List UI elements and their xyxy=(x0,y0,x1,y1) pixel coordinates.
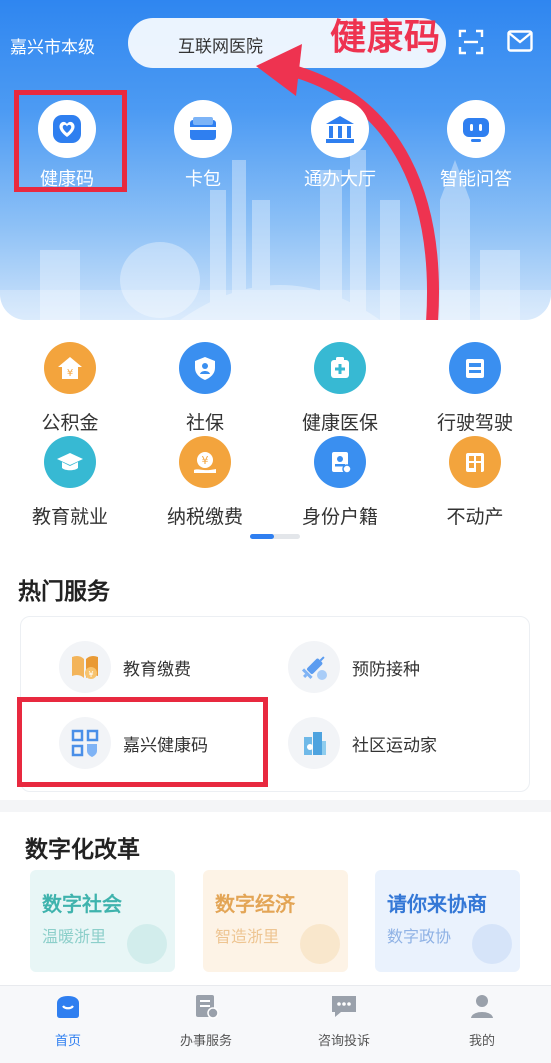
reform-card-subtitle: 数字政协 xyxy=(387,927,452,946)
reform-card-title: 请你来协商 xyxy=(387,892,487,916)
service-label: 行驶驾驶 xyxy=(436,412,513,434)
annotation-title: 健康码 xyxy=(330,17,442,58)
hot-services-title: 热门服务 xyxy=(18,579,110,605)
community-sports-icon xyxy=(288,717,340,769)
reform-card-title: 数字社会 xyxy=(42,892,122,916)
service-education-employment[interactable]: 教育就业 xyxy=(10,436,130,529)
service-housing-fund[interactable]: ¥ 公积金 xyxy=(10,342,130,435)
robot-chat-icon xyxy=(447,100,505,158)
service-tax-payment[interactable]: ¥ 纳税缴费 xyxy=(145,436,265,529)
hot-item-community-sports[interactable]: 社区运动家 xyxy=(288,717,437,769)
service-label: 社保 xyxy=(185,412,224,434)
reform-card-subtitle: 智造浙里 xyxy=(215,927,280,946)
reform-card-title: 数字经济 xyxy=(215,892,295,916)
hot-item-education-payment[interactable]: ¥ 教育缴费 xyxy=(59,641,191,693)
bottom-tab-bar: 首页 办事服务 咨询投诉 我的 xyxy=(0,985,551,1063)
hot-item-label: 预防接种 xyxy=(352,659,420,680)
driving-license-icon xyxy=(449,342,501,394)
quick-action-card-wallet[interactable]: 卡包 xyxy=(158,100,248,191)
quick-action-smart-qa[interactable]: 智能问答 xyxy=(431,100,521,191)
service-label: 纳税缴费 xyxy=(166,506,243,528)
service-social-security[interactable]: 社保 xyxy=(145,342,265,435)
service-label: 身份户籍 xyxy=(301,506,378,528)
education-payment-icon: ¥ xyxy=(59,641,111,693)
housing-fund-icon: ¥ xyxy=(44,342,96,394)
people-group-icon xyxy=(472,924,512,964)
reform-card-subtitle: 温暖浙里 xyxy=(42,927,107,946)
graduation-cap-icon xyxy=(44,436,96,488)
service-identity[interactable]: 身份户籍 xyxy=(280,436,400,529)
quick-action-label: 卡包 xyxy=(185,169,221,190)
service-doc-icon xyxy=(191,992,221,1020)
quick-action-government-hall[interactable]: 通办大厅 xyxy=(295,100,385,191)
reform-card-digital-society[interactable]: 数字社会 温暖浙里 xyxy=(30,870,175,972)
tab-home[interactable]: 首页 xyxy=(13,992,123,1049)
service-real-estate[interactable]: 不动产 xyxy=(415,436,535,529)
page-indicator xyxy=(250,534,300,539)
tab-label: 我的 xyxy=(468,1034,495,1049)
user-icon xyxy=(467,992,497,1020)
tab-mine[interactable]: 我的 xyxy=(427,992,537,1049)
digital-reform-title: 数字化改革 xyxy=(25,837,140,863)
card-wallet-icon xyxy=(174,100,232,158)
svg-text:¥: ¥ xyxy=(202,454,209,467)
pie-chart-icon xyxy=(300,924,340,964)
government-hall-icon xyxy=(311,100,369,158)
tax-payment-icon: ¥ xyxy=(179,436,231,488)
tab-label: 咨询投诉 xyxy=(317,1034,370,1049)
social-security-icon xyxy=(179,342,231,394)
reform-card-consultation[interactable]: 请你来协商 数字政协 xyxy=(375,870,520,972)
highlight-box xyxy=(17,697,268,787)
service-medical-insurance[interactable]: 健康医保 xyxy=(280,342,400,435)
vaccine-syringe-icon xyxy=(288,641,340,693)
service-driving[interactable]: 行驶驾驶 xyxy=(415,342,535,435)
tab-consult[interactable]: 咨询投诉 xyxy=(289,992,399,1049)
svg-text:¥: ¥ xyxy=(88,670,93,679)
hot-item-label: 社区运动家 xyxy=(352,735,437,756)
highlight-box xyxy=(14,90,127,192)
hero-banner: 嘉兴市本级 互联网医院 健康码 健康码 卡包 通办大厅 智能问答 xyxy=(0,0,551,320)
section-divider xyxy=(0,800,551,812)
home-icon xyxy=(53,992,83,1020)
medical-insurance-icon xyxy=(314,342,366,394)
app-screen: 嘉兴市本级 互联网医院 健康码 健康码 卡包 通办大厅 智能问答 ¥ 公积金 社… xyxy=(0,0,551,1063)
hot-item-label: 教育缴费 xyxy=(123,659,191,680)
reform-card-digital-economy[interactable]: 数字经济 智造浙里 xyxy=(203,870,348,972)
svg-text:¥: ¥ xyxy=(67,368,73,379)
service-label: 健康医保 xyxy=(301,412,378,434)
service-label: 公积金 xyxy=(41,412,99,434)
chat-bubble-icon xyxy=(329,992,359,1020)
quick-action-label: 通办大厅 xyxy=(304,169,376,190)
tab-label: 办事服务 xyxy=(179,1034,232,1049)
hot-item-vaccination[interactable]: 预防接种 xyxy=(288,641,420,693)
service-label: 教育就业 xyxy=(31,506,108,528)
tab-services[interactable]: 办事服务 xyxy=(151,992,261,1049)
service-label: 不动产 xyxy=(446,506,504,528)
identity-icon xyxy=(314,436,366,488)
tab-label: 首页 xyxy=(54,1034,81,1049)
people-group-icon xyxy=(127,924,167,964)
real-estate-icon xyxy=(449,436,501,488)
quick-action-label: 智能问答 xyxy=(440,169,512,190)
